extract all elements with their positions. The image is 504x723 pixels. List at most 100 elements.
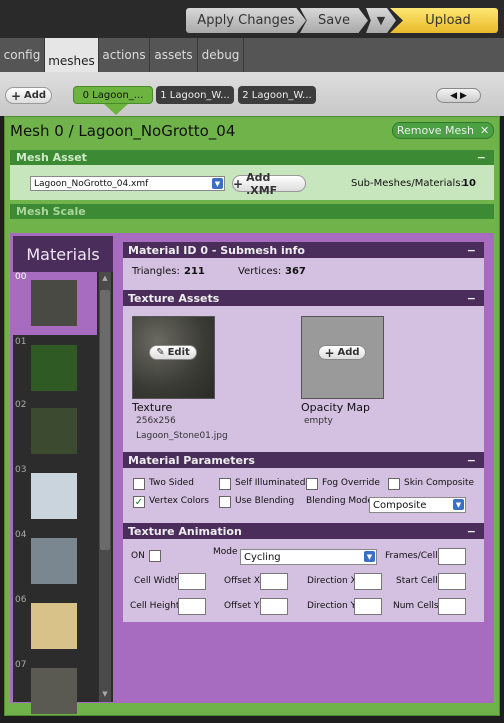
fog-override-label: Fog Override bbox=[322, 478, 380, 488]
on-checkbox[interactable] bbox=[149, 550, 161, 562]
plus-icon: + bbox=[233, 176, 244, 191]
offset-y-input[interactable] bbox=[260, 598, 288, 615]
material-item[interactable]: 01 bbox=[13, 337, 97, 400]
fog-override-checkbox[interactable] bbox=[306, 478, 318, 490]
mesh-asset-title: Mesh Asset bbox=[16, 151, 87, 164]
close-icon: ✕ bbox=[479, 124, 490, 137]
cell-height-label: Cell Height bbox=[130, 601, 180, 611]
collapse-icon[interactable]: − bbox=[477, 151, 486, 164]
vertex-colors-label: Vertex Colors bbox=[149, 496, 209, 506]
num-cells-label: Num Cells bbox=[393, 601, 439, 611]
plus-icon: + bbox=[324, 345, 335, 360]
collapse-icon[interactable]: − bbox=[467, 454, 476, 467]
triangles-value: 211 bbox=[184, 266, 205, 277]
tab-assets[interactable]: assets bbox=[150, 38, 198, 72]
materials-title: Materials bbox=[13, 236, 113, 272]
frames-cell-input[interactable] bbox=[438, 548, 466, 565]
texture-file: Lagoon_Stone01.jpg bbox=[136, 431, 228, 441]
material-item[interactable]: 07 bbox=[13, 660, 97, 723]
blending-mode-select[interactable]: Composite ▼ bbox=[369, 497, 466, 513]
self-illuminated-label: Self Illuminated bbox=[235, 478, 306, 488]
mesh-file-select[interactable]: Lagoon_NoGrotto_04.xmf ▼ bbox=[30, 176, 225, 191]
add-xmf-button[interactable]: + Add .XMF bbox=[232, 171, 306, 197]
mode-value: Cycling bbox=[244, 551, 281, 563]
offset-y-label: Offset Y bbox=[224, 601, 260, 611]
left-arrow-icon[interactable]: ◀ bbox=[450, 91, 457, 101]
material-params-title: Material Parameters bbox=[128, 453, 255, 467]
offset-x-input[interactable] bbox=[260, 573, 288, 590]
submesh-info-header[interactable]: Material ID 0 - Submesh info − bbox=[123, 242, 484, 258]
texture-assets-title: Texture Assets bbox=[128, 291, 220, 305]
right-arrow-icon[interactable]: ▶ bbox=[460, 91, 467, 101]
scroll-up-icon[interactable]: ▲ bbox=[99, 274, 111, 284]
add-mesh-label: Add bbox=[24, 90, 47, 101]
mesh-title: Mesh 0 / Lagoon_NoGrotto_04 bbox=[10, 122, 236, 140]
material-thumbnail bbox=[31, 473, 77, 519]
mode-select[interactable]: Cycling ▼ bbox=[240, 549, 377, 565]
scroll-down-icon[interactable]: ▼ bbox=[99, 690, 111, 700]
scrollbar-thumb[interactable] bbox=[100, 290, 110, 550]
material-item[interactable]: 06 bbox=[13, 595, 97, 658]
edit-texture-button[interactable]: ✎ Edit bbox=[149, 345, 197, 360]
collapse-icon[interactable]: − bbox=[467, 292, 476, 305]
add-mesh-button[interactable]: + Add bbox=[5, 87, 52, 104]
material-number: 07 bbox=[15, 660, 27, 670]
mesh-scale-header[interactable]: Mesh Scale bbox=[10, 204, 494, 219]
material-item[interactable]: 02 bbox=[13, 400, 97, 463]
texture-label: Texture bbox=[132, 401, 173, 414]
cell-width-input[interactable] bbox=[178, 573, 206, 590]
direction-y-input[interactable] bbox=[354, 598, 382, 615]
mesh-tab-1[interactable]: 1 Lagoon_W... bbox=[156, 86, 234, 104]
material-thumbnail bbox=[31, 668, 77, 714]
cell-height-input[interactable] bbox=[178, 598, 206, 615]
cell-width-label: Cell Width bbox=[134, 576, 180, 586]
two-sided-checkbox[interactable] bbox=[133, 478, 145, 490]
mesh-asset-header[interactable]: Mesh Asset − bbox=[10, 150, 494, 165]
vertex-colors-checkbox[interactable]: ✓ bbox=[133, 496, 145, 508]
texture-animation-title: Texture Animation bbox=[128, 524, 242, 538]
vertices-label: Vertices: bbox=[238, 266, 282, 277]
material-item[interactable]: 04 bbox=[13, 530, 97, 593]
collapse-icon[interactable]: − bbox=[467, 525, 476, 538]
edit-label: Edit bbox=[167, 347, 190, 358]
self-illuminated-checkbox[interactable] bbox=[219, 478, 231, 490]
material-params-header[interactable]: Material Parameters − bbox=[123, 452, 484, 468]
collapse-icon[interactable]: − bbox=[467, 244, 476, 257]
texture-animation-header[interactable]: Texture Animation − bbox=[123, 523, 484, 539]
use-blending-label: Use Blending bbox=[235, 496, 295, 506]
material-thumbnail bbox=[31, 280, 77, 326]
texture-size: 256x256 bbox=[136, 416, 176, 426]
apply-changes-button[interactable]: Apply Changes bbox=[186, 8, 306, 33]
blending-mode-value: Composite bbox=[373, 499, 427, 511]
skin-composite-checkbox[interactable] bbox=[388, 478, 400, 490]
remove-mesh-button[interactable]: Remove Mesh ✕ bbox=[392, 122, 494, 139]
chevron-down-icon: ▼ bbox=[212, 178, 223, 189]
use-blending-checkbox[interactable] bbox=[219, 496, 231, 508]
add-opacity-button[interactable]: + Add bbox=[318, 345, 366, 360]
add-opacity-label: Add bbox=[337, 347, 360, 358]
chevron-down-icon: ▼ bbox=[364, 551, 375, 562]
tab-actions[interactable]: actions bbox=[99, 38, 150, 72]
save-button[interactable]: Save bbox=[300, 8, 368, 33]
num-cells-input[interactable] bbox=[438, 598, 466, 615]
mesh-tab-0[interactable]: 0 Lagoon_... bbox=[73, 86, 153, 104]
upload-button[interactable]: Upload bbox=[390, 8, 498, 33]
tab-scroll-arrows[interactable]: ◀ ▶ bbox=[436, 88, 481, 103]
two-sided-label: Two Sided bbox=[149, 478, 194, 488]
skin-composite-label: Skin Composite bbox=[404, 478, 475, 488]
blending-mode-label: Blending Mode bbox=[306, 496, 373, 506]
chevron-down-icon: ▼ bbox=[453, 499, 464, 510]
tab-debug[interactable]: debug bbox=[198, 38, 244, 72]
material-thumbnail bbox=[31, 603, 77, 649]
texture-assets-header[interactable]: Texture Assets − bbox=[123, 290, 484, 306]
opacity-map-label: Opacity Map bbox=[301, 401, 371, 414]
direction-x-input[interactable] bbox=[354, 573, 382, 590]
mode-label: Mode bbox=[213, 547, 238, 557]
mesh-tab-2[interactable]: 2 Lagoon_W... bbox=[238, 86, 316, 104]
material-number: 04 bbox=[15, 530, 27, 540]
material-item[interactable]: 03 bbox=[13, 465, 97, 528]
tab-config[interactable]: config bbox=[0, 38, 45, 72]
material-item[interactable]: 00 bbox=[13, 272, 97, 335]
start-cell-input[interactable] bbox=[438, 573, 466, 590]
tab-meshes[interactable]: meshes bbox=[45, 38, 99, 72]
